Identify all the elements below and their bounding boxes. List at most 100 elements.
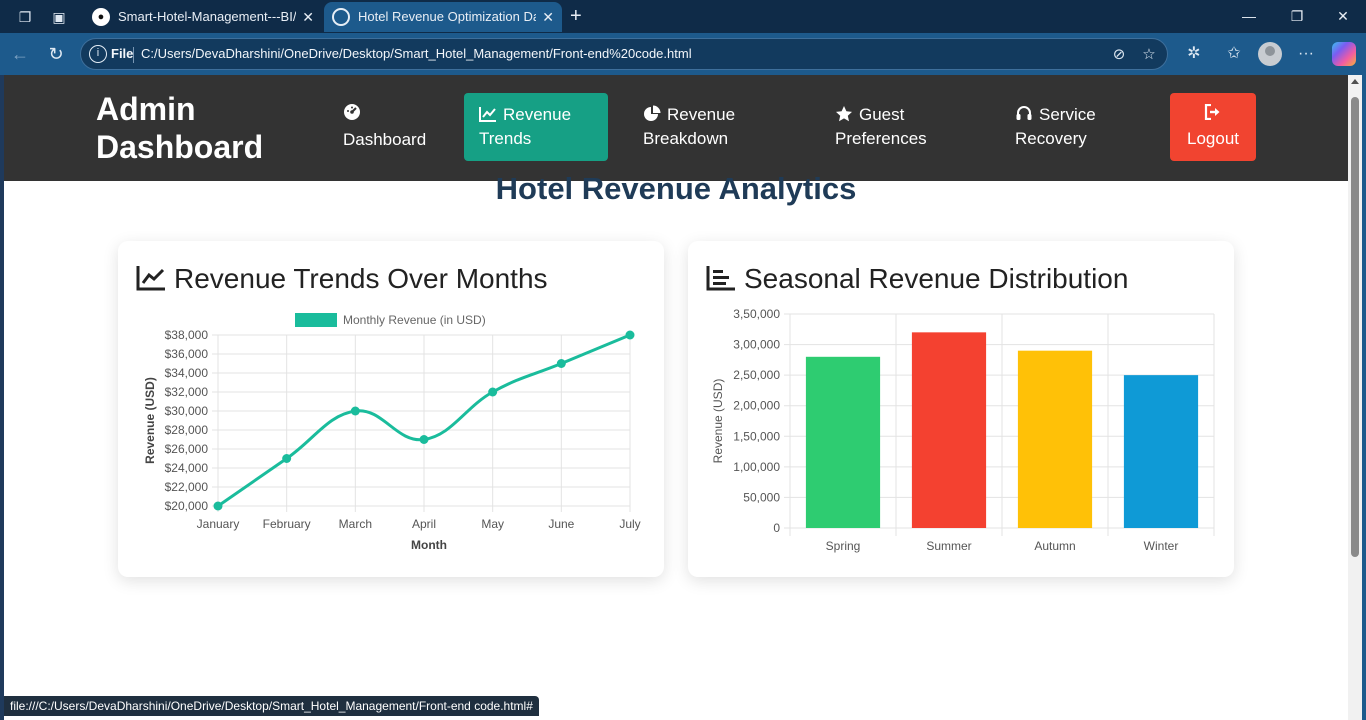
x-tick-label: Spring [826, 539, 861, 553]
x-tick-label: May [481, 517, 504, 531]
window-edge [1362, 75, 1366, 720]
status-bar-url: file:///C:/Users/DevaDharshini/OneDrive/… [4, 696, 539, 716]
favorite-star-icon[interactable]: ☆ [1139, 45, 1159, 65]
nav-label: Dashboard [343, 130, 427, 149]
tab-title: Hotel Revenue Optimization Dash [358, 9, 536, 24]
bar-winter [1123, 375, 1199, 528]
nav-item-revenue-trends[interactable]: Revenue Trends [464, 93, 608, 161]
github-icon: ● [92, 8, 110, 26]
app-header: Admin Dashboard Dashboard Revenue Trends… [4, 75, 1348, 181]
seasonal-bar-chart: 0 50,000 1,00,000 1,50,000 2,00,000 2,50,000 3… [711, 307, 1215, 553]
data-point [282, 454, 292, 463]
y-tick-label: $20,000 [165, 499, 209, 513]
y-tick-label: 0 [773, 521, 780, 535]
data-point [350, 406, 360, 416]
headset-icon [1015, 105, 1039, 124]
legend-label: Monthly Revenue (in USD) [343, 313, 486, 327]
favorites-icon[interactable]: ✩ [1222, 42, 1246, 66]
page-scrollbar[interactable] [1348, 75, 1362, 720]
data-point [625, 330, 635, 340]
x-tick-label: January [197, 517, 240, 531]
nav-item-revenue-breakdown[interactable]: Revenue Breakdown [628, 93, 788, 161]
y-tick-label: $34,000 [165, 366, 209, 380]
y-tick-label: $32,000 [165, 385, 209, 399]
page-title: Hotel Revenue Analytics [495, 171, 857, 206]
revenue-line-chart: Monthly Revenue (in USD) $20,000 $22,000 $2… [143, 313, 641, 552]
more-menu-icon[interactable]: ··· [1294, 42, 1318, 66]
tab-title: Smart-Hotel-Management---BI/W [118, 9, 296, 24]
x-tick-label: Summer [926, 539, 971, 553]
y-tick-label: $30,000 [165, 404, 209, 418]
tracking-icon[interactable]: ⊘ [1109, 45, 1129, 65]
y-axis-label: Revenue (USD) [143, 377, 157, 464]
browser-tab-bar: ❐ ▣ ● Smart-Hotel-Management---BI/W ✕ ○ … [0, 0, 1366, 33]
y-tick-label: $38,000 [165, 328, 209, 342]
x-tick-label: April [412, 517, 436, 531]
logout-label: Logout [1187, 129, 1239, 148]
revenue-trends-card: Revenue Trends Over Months Monthly Reven… [118, 241, 664, 577]
scheme-label: File [111, 46, 134, 61]
y-tick-label: 2,00,000 [733, 399, 780, 413]
logout-button[interactable]: Logout [1170, 93, 1256, 161]
y-tick-label: 2,50,000 [733, 368, 780, 382]
x-tick-label: Winter [1144, 539, 1179, 553]
y-tick-label: 3,00,000 [733, 338, 780, 352]
address-bar[interactable]: i File C:/Users/DevaDharshini/OneDrive/D… [80, 38, 1168, 70]
sign-out-icon [1185, 103, 1241, 127]
url-text[interactable]: C:/Users/DevaDharshini/OneDrive/Desktop/… [141, 39, 692, 69]
y-tick-label: $24,000 [165, 461, 209, 475]
x-tick-label: Autumn [1034, 539, 1075, 553]
y-axis-label: Revenue (USD) [711, 379, 725, 464]
restore-icon[interactable]: ❐ [1282, 6, 1312, 26]
new-tab-icon[interactable]: + [570, 4, 582, 28]
legend-swatch [295, 313, 337, 327]
back-icon[interactable]: ← [8, 42, 32, 66]
info-icon[interactable]: i [89, 45, 107, 63]
reload-icon[interactable]: ↻ [44, 42, 68, 66]
x-tick-label: March [339, 517, 372, 531]
workspaces-icon[interactable]: ❐ [14, 6, 36, 28]
x-tick-label: June [548, 517, 574, 531]
data-point [488, 387, 498, 397]
y-tick-label: $28,000 [165, 423, 209, 437]
bar-autumn [1017, 350, 1093, 528]
seasonal-revenue-card: Seasonal Revenue Distribution 0 50,000 1,0… [688, 241, 1234, 577]
x-tick-label: July [619, 517, 640, 531]
tab-actions-icon[interactable]: ▣ [48, 6, 70, 28]
globe-icon: ○ [332, 8, 350, 26]
scroll-up-icon[interactable] [1351, 79, 1359, 84]
browser-tab-dashboard[interactable]: ○ Hotel Revenue Optimization Dash ✕ [324, 2, 562, 32]
data-point [213, 501, 223, 511]
y-tick-label: $26,000 [165, 442, 209, 456]
bar-spring [805, 356, 881, 528]
y-tick-label: $36,000 [165, 347, 209, 361]
minimize-icon[interactable]: — [1234, 6, 1264, 26]
y-tick-label: $22,000 [165, 480, 209, 494]
bar-summer [911, 332, 987, 528]
scroll-thumb[interactable] [1351, 97, 1359, 557]
gauge-icon [343, 103, 423, 128]
nav-item-guest-preferences[interactable]: Guest Preferences [820, 93, 970, 161]
nav-item-service-recovery[interactable]: Service Recovery [1000, 93, 1140, 161]
line-chart-icon [479, 105, 503, 124]
divider [133, 47, 134, 63]
page-viewport: Admin Dashboard Dashboard Revenue Trends… [4, 75, 1348, 720]
close-window-icon[interactable]: ✕ [1328, 6, 1358, 26]
brand-title: Admin Dashboard [96, 91, 264, 165]
data-point [419, 435, 429, 444]
y-tick-label: 50,000 [743, 490, 780, 504]
y-tick-label: 1,50,000 [733, 429, 780, 443]
nav-item-dashboard[interactable]: Dashboard [328, 93, 438, 161]
y-tick-label: 1,00,000 [733, 460, 780, 474]
x-axis-label: Month [411, 538, 447, 552]
star-icon [835, 105, 859, 124]
data-point [556, 359, 566, 368]
close-icon[interactable]: ✕ [302, 2, 314, 32]
close-icon[interactable]: ✕ [542, 2, 554, 32]
browser-tab-github[interactable]: ● Smart-Hotel-Management---BI/W ✕ [84, 2, 322, 32]
extensions-icon[interactable]: ✲ [1182, 42, 1206, 66]
y-tick-label: 3,50,000 [733, 307, 780, 321]
copilot-icon[interactable] [1332, 42, 1356, 66]
profile-avatar[interactable] [1258, 42, 1282, 66]
x-tick-label: February [263, 517, 311, 531]
